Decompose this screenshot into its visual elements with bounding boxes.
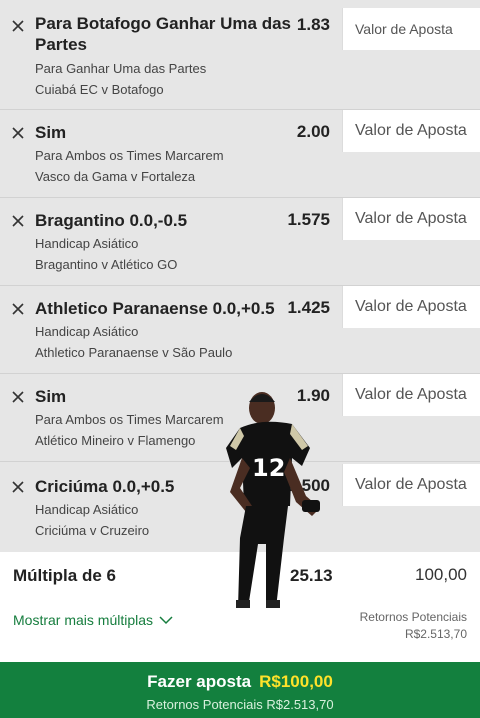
- bet-selection: Para Botafogo Ganhar Uma das Partes: [35, 14, 292, 54]
- bet-odds: 1.83: [296, 15, 330, 34]
- bet-match: Bragantino v Atlético GO: [35, 257, 178, 272]
- bet-market: Handicap Asiático: [35, 502, 139, 517]
- place-bet-label: Fazer aposta: [147, 672, 252, 691]
- stake-input[interactable]: Valor de Aposta: [342, 198, 480, 240]
- player-sticker-image: 12: [226, 392, 320, 608]
- remove-bet-icon[interactable]: [10, 389, 26, 405]
- bet-odds: 2.00: [296, 122, 330, 141]
- potential-returns-label: Retornos Potenciais: [359, 610, 467, 624]
- bet-match: Athletico Paranaense v São Paulo: [35, 345, 233, 360]
- multiple-label: Múltipla de 6: [13, 566, 116, 585]
- potential-returns-value: R$2.513,70: [404, 627, 467, 641]
- bet-match: Criciúma v Cruzeiro: [35, 523, 150, 538]
- stake-input[interactable]: Valor de Aposta: [342, 110, 480, 152]
- chevron-down-icon: [159, 616, 173, 625]
- bet-selection: Criciúma 0.0,+0.5: [35, 477, 175, 496]
- remove-bet-icon[interactable]: [10, 301, 26, 317]
- bet-market: Handicap Asiático: [35, 324, 139, 339]
- bet-slip-item: Athletico Paranaense 0.0,+0.5 1.425 Hand…: [0, 286, 480, 374]
- bet-odds: 1.425: [287, 298, 330, 317]
- bet-selection: Athletico Paranaense 0.0,+0.5: [35, 299, 275, 318]
- bet-market: Para Ganhar Uma das Partes: [35, 61, 207, 76]
- bet-market: Para Ambos os Times Marcarem: [35, 412, 224, 427]
- stake-input[interactable]: Valor de Aposta: [342, 374, 480, 416]
- bet-slip-item: Para Botafogo Ganhar Uma das Partes 1.83…: [0, 0, 480, 110]
- place-bet-button[interactable]: Fazer aposta R$100,00 Retornos Potenciais…: [0, 662, 480, 718]
- bet-selection: Bragantino 0.0,-0.5: [35, 211, 188, 230]
- show-more-label: Mostrar mais múltiplas: [13, 612, 154, 628]
- bet-slip-item: Bragantino 0.0,-0.5 1.575 Handicap Asiát…: [0, 198, 480, 286]
- bet-match: Atlético Mineiro v Flamengo: [35, 433, 196, 448]
- remove-bet-icon[interactable]: [10, 213, 26, 229]
- stake-input[interactable]: Valor de Aposta: [342, 464, 480, 506]
- bet-slip-item: Sim 2.00 Para Ambos os Times Marcarem Va…: [0, 110, 480, 198]
- show-more-multiples-link[interactable]: Mostrar mais múltiplas: [13, 612, 173, 628]
- bet-selection: Sim: [35, 123, 67, 142]
- multiple-stake-input[interactable]: 100,00: [380, 565, 467, 585]
- bet-match: Cuiabá EC v Botafogo: [35, 82, 164, 97]
- place-bet-returns: Retornos Potenciais R$2.513,70: [146, 697, 334, 712]
- bet-odds: 1.575: [287, 210, 330, 229]
- place-bet-amount: R$100,00: [259, 672, 333, 691]
- bet-match: Vasco da Gama v Fortaleza: [35, 169, 196, 184]
- remove-bet-icon[interactable]: [10, 125, 26, 141]
- remove-bet-icon[interactable]: [10, 18, 26, 34]
- stake-input[interactable]: Valor de Aposta: [342, 8, 480, 50]
- jersey-number: 12: [252, 454, 285, 482]
- place-bet-row: Fazer aposta R$100,00: [0, 672, 480, 692]
- bet-market: Para Ambos os Times Marcarem: [35, 148, 224, 163]
- bet-market: Handicap Asiático: [35, 236, 139, 251]
- remove-bet-icon[interactable]: [10, 479, 26, 495]
- bet-selection: Sim: [35, 387, 67, 406]
- stake-input[interactable]: Valor de Aposta: [342, 286, 480, 328]
